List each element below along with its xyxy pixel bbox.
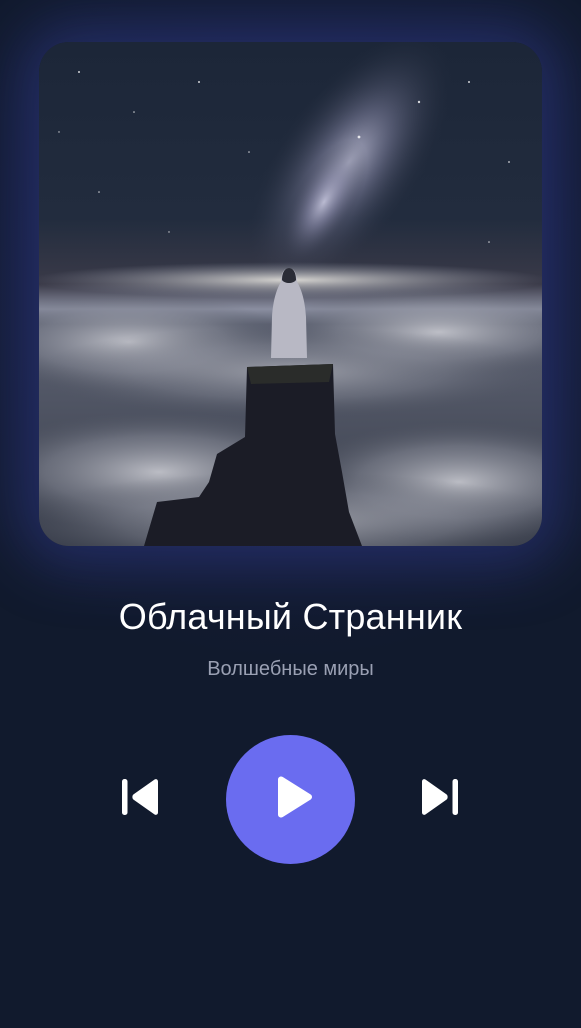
player-screen: Облачный Странник Волшебные миры [0, 0, 581, 1028]
play-icon [274, 775, 314, 824]
previous-button[interactable] [112, 774, 168, 824]
track-title: Облачный Странник [118, 596, 463, 637]
track-artist: Волшебные миры [207, 658, 374, 680]
album-artwork [39, 42, 542, 546]
next-button[interactable] [412, 774, 468, 824]
play-button[interactable] [226, 735, 355, 864]
skip-previous-icon [118, 775, 162, 824]
skip-next-icon [418, 775, 462, 824]
